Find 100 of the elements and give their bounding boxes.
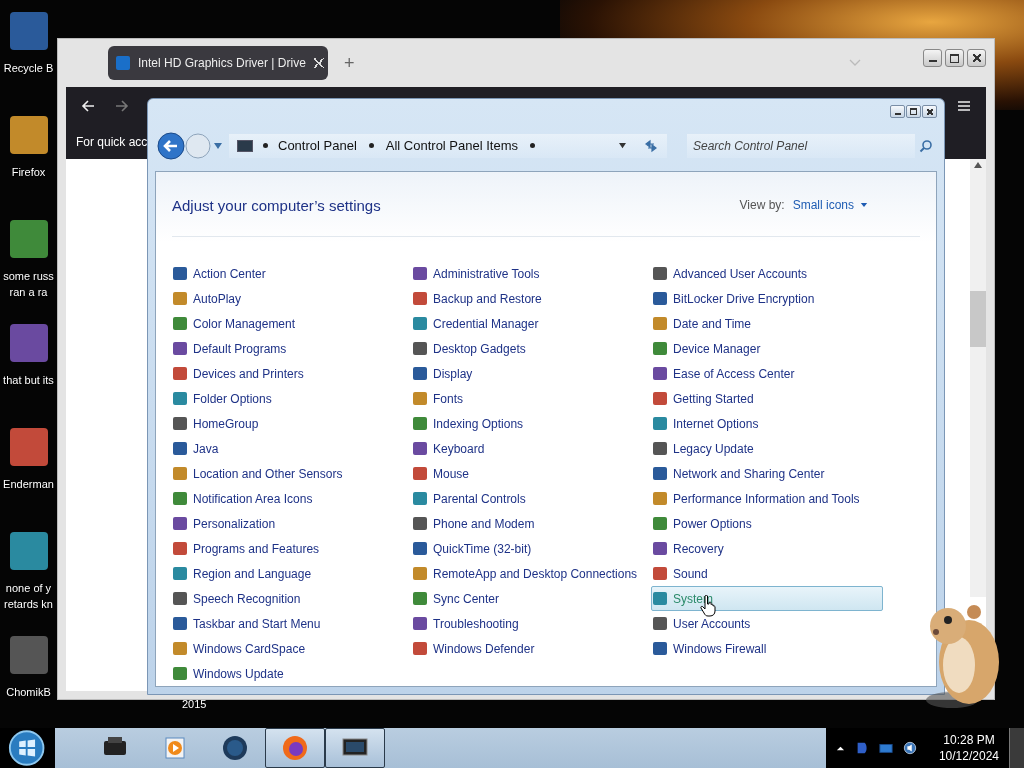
back-arrow-icon[interactable] (80, 98, 96, 114)
control-panel-link[interactable]: Windows Firewall (651, 636, 883, 661)
control-panel-link[interactable]: Default Programs (171, 336, 403, 361)
clock-time: 10:28 PM (943, 732, 995, 748)
tab-title: Intel HD Graphics Driver | Drive (138, 56, 306, 70)
control-panel-link[interactable]: BitLocker Drive Encryption (651, 286, 883, 311)
control-panel-link[interactable]: Network and Sharing Center (651, 461, 883, 486)
desktop-icon-label[interactable]: some russ ran a ra (3, 268, 54, 300)
shortcut-icon[interactable] (9, 220, 48, 258)
control-panel-link[interactable]: Sound (651, 561, 883, 586)
breadcrumb-item[interactable]: All Control Panel Items (385, 138, 518, 154)
view-by-dropdown[interactable]: Small icons (792, 196, 868, 214)
control-panel-link[interactable]: Display (411, 361, 643, 386)
control-panel-link[interactable]: Sync Center (411, 586, 643, 611)
close-icon[interactable] (313, 58, 324, 68)
shortcut-icon[interactable] (9, 532, 48, 570)
monitor-icon (237, 139, 253, 152)
taskbar-button[interactable] (325, 728, 386, 768)
back-button[interactable] (157, 131, 185, 160)
search-icon[interactable] (919, 138, 933, 153)
new-tab-button[interactable]: + (340, 50, 359, 76)
control-panel-link[interactable]: Troubleshooting (411, 611, 643, 636)
control-panel-link[interactable]: QuickTime (32-bit) (411, 536, 643, 561)
desktop-icon-label[interactable]: Enderman (3, 476, 54, 492)
page-text: For quick acc (76, 135, 148, 149)
maximize-button[interactable] (945, 49, 964, 67)
control-panel-link[interactable]: Keyboard (411, 436, 643, 461)
view-by-label: View by: (739, 198, 785, 212)
clock[interactable]: 10:28 PM 10/12/2024 (938, 732, 999, 764)
control-panel-link[interactable]: HomeGroup (171, 411, 403, 436)
caret-icon (860, 202, 868, 208)
control-panel-link[interactable]: Folder Options (171, 386, 403, 411)
dropdown-arrow-icon[interactable] (618, 142, 627, 150)
control-panel-link[interactable]: Windows Update (171, 661, 403, 686)
menu-icon[interactable] (956, 98, 972, 114)
control-panel-link[interactable]: Power Options (651, 511, 883, 536)
control-panel-link[interactable]: Notification Area Icons (171, 486, 403, 511)
control-panel-link[interactable]: Ease of Access Center (651, 361, 883, 386)
refresh-icon[interactable] (643, 137, 659, 154)
network-icon[interactable] (878, 741, 893, 755)
close-button[interactable] (967, 49, 986, 67)
control-panel-link[interactable]: Performance Information and Tools (651, 486, 883, 511)
desktop-icon-label[interactable]: ChomikB (6, 684, 51, 700)
close-button[interactable] (922, 105, 937, 119)
control-panel-link[interactable]: Parental Controls (411, 486, 643, 511)
maximize-button[interactable] (906, 105, 921, 119)
control-panel-link[interactable]: Recovery (651, 536, 883, 561)
control-panel-link[interactable]: Windows Defender (411, 636, 643, 661)
control-panel-link[interactable]: Mouse (411, 461, 643, 486)
control-panel-link[interactable]: Color Management (171, 311, 403, 336)
control-panel-link[interactable]: Advanced User Accounts (651, 261, 883, 286)
control-panel-link[interactable]: Taskbar and Start Menu (171, 611, 403, 636)
desktop-icon-label[interactable]: 2015 (182, 698, 207, 710)
scroll-up-icon[interactable] (974, 162, 982, 168)
control-panel-link[interactable]: RemoteApp and Desktop Connections (411, 561, 643, 586)
shortcut-icon[interactable] (9, 12, 48, 50)
control-panel-link[interactable]: Personalization (171, 511, 403, 536)
address-bar[interactable]: Control Panel All Control Panel Items (229, 133, 667, 158)
desktop-icon-label[interactable]: Firefox (11, 164, 46, 180)
scroll-thumb[interactable] (970, 291, 986, 347)
control-panel-link[interactable]: Fonts (411, 386, 643, 411)
scrollbar[interactable] (970, 159, 986, 597)
minimize-button[interactable] (890, 105, 905, 119)
control-panel-link[interactable]: Programs and Features (171, 536, 403, 561)
minimize-button[interactable] (923, 49, 942, 67)
desktop-icon-label[interactable]: none of y retards kn (4, 580, 53, 612)
control-panel-link[interactable]: Devices and Printers (171, 361, 403, 386)
control-panel-link[interactable]: Phone and Modem (411, 511, 643, 536)
control-panel-link[interactable]: Getting Started (651, 386, 883, 411)
forward-arrow-icon[interactable] (114, 98, 130, 114)
shortcut-icon[interactable] (9, 324, 48, 362)
control-panel-link[interactable]: Location and Other Sensors (171, 461, 403, 486)
show-desktop-button[interactable] (1009, 728, 1024, 768)
control-panel-link[interactable]: Speech Recognition (171, 586, 403, 611)
desktop-icon-label[interactable]: Recycle B (3, 60, 54, 76)
control-panel-link[interactable]: Windows CardSpace (171, 636, 403, 661)
start-button[interactable] (8, 729, 46, 767)
browser-tab[interactable]: Intel HD Graphics Driver | Drive (108, 46, 328, 80)
control-panel-link[interactable]: User Accounts (651, 611, 883, 636)
control-panel-link[interactable]: Credential Manager (411, 311, 643, 336)
control-panel-link[interactable]: Date and Time (651, 311, 883, 336)
control-panel-link[interactable]: AutoPlay (171, 286, 403, 311)
control-panel-link[interactable]: Device Manager (651, 336, 883, 361)
breadcrumb-item[interactable]: Control Panel (278, 138, 357, 154)
control-panel-link[interactable]: Internet Options (651, 411, 883, 436)
control-panel-link[interactable]: Action Center (171, 261, 403, 286)
control-panel-link[interactable]: Indexing Options (411, 411, 643, 436)
control-panel-link[interactable]: Java (171, 436, 403, 461)
shortcut-icon[interactable] (9, 428, 48, 466)
control-panel-link[interactable]: Backup and Restore (411, 286, 643, 311)
control-panel-link[interactable]: Desktop Gadgets (411, 336, 643, 361)
shortcut-icon[interactable] (9, 116, 48, 154)
control-panel-link[interactable]: Region and Language (171, 561, 403, 586)
control-panel-link[interactable]: Administrative Tools (411, 261, 643, 286)
taskbar-button[interactable] (265, 728, 326, 768)
site-favicon-icon (116, 56, 130, 70)
page-heading: Adjust your computer’s settings (172, 196, 381, 214)
control-panel-link[interactable]: Legacy Update (651, 436, 883, 461)
desktop-icon-label[interactable]: that but its (3, 372, 54, 388)
speaker-icon[interactable] (902, 741, 917, 755)
